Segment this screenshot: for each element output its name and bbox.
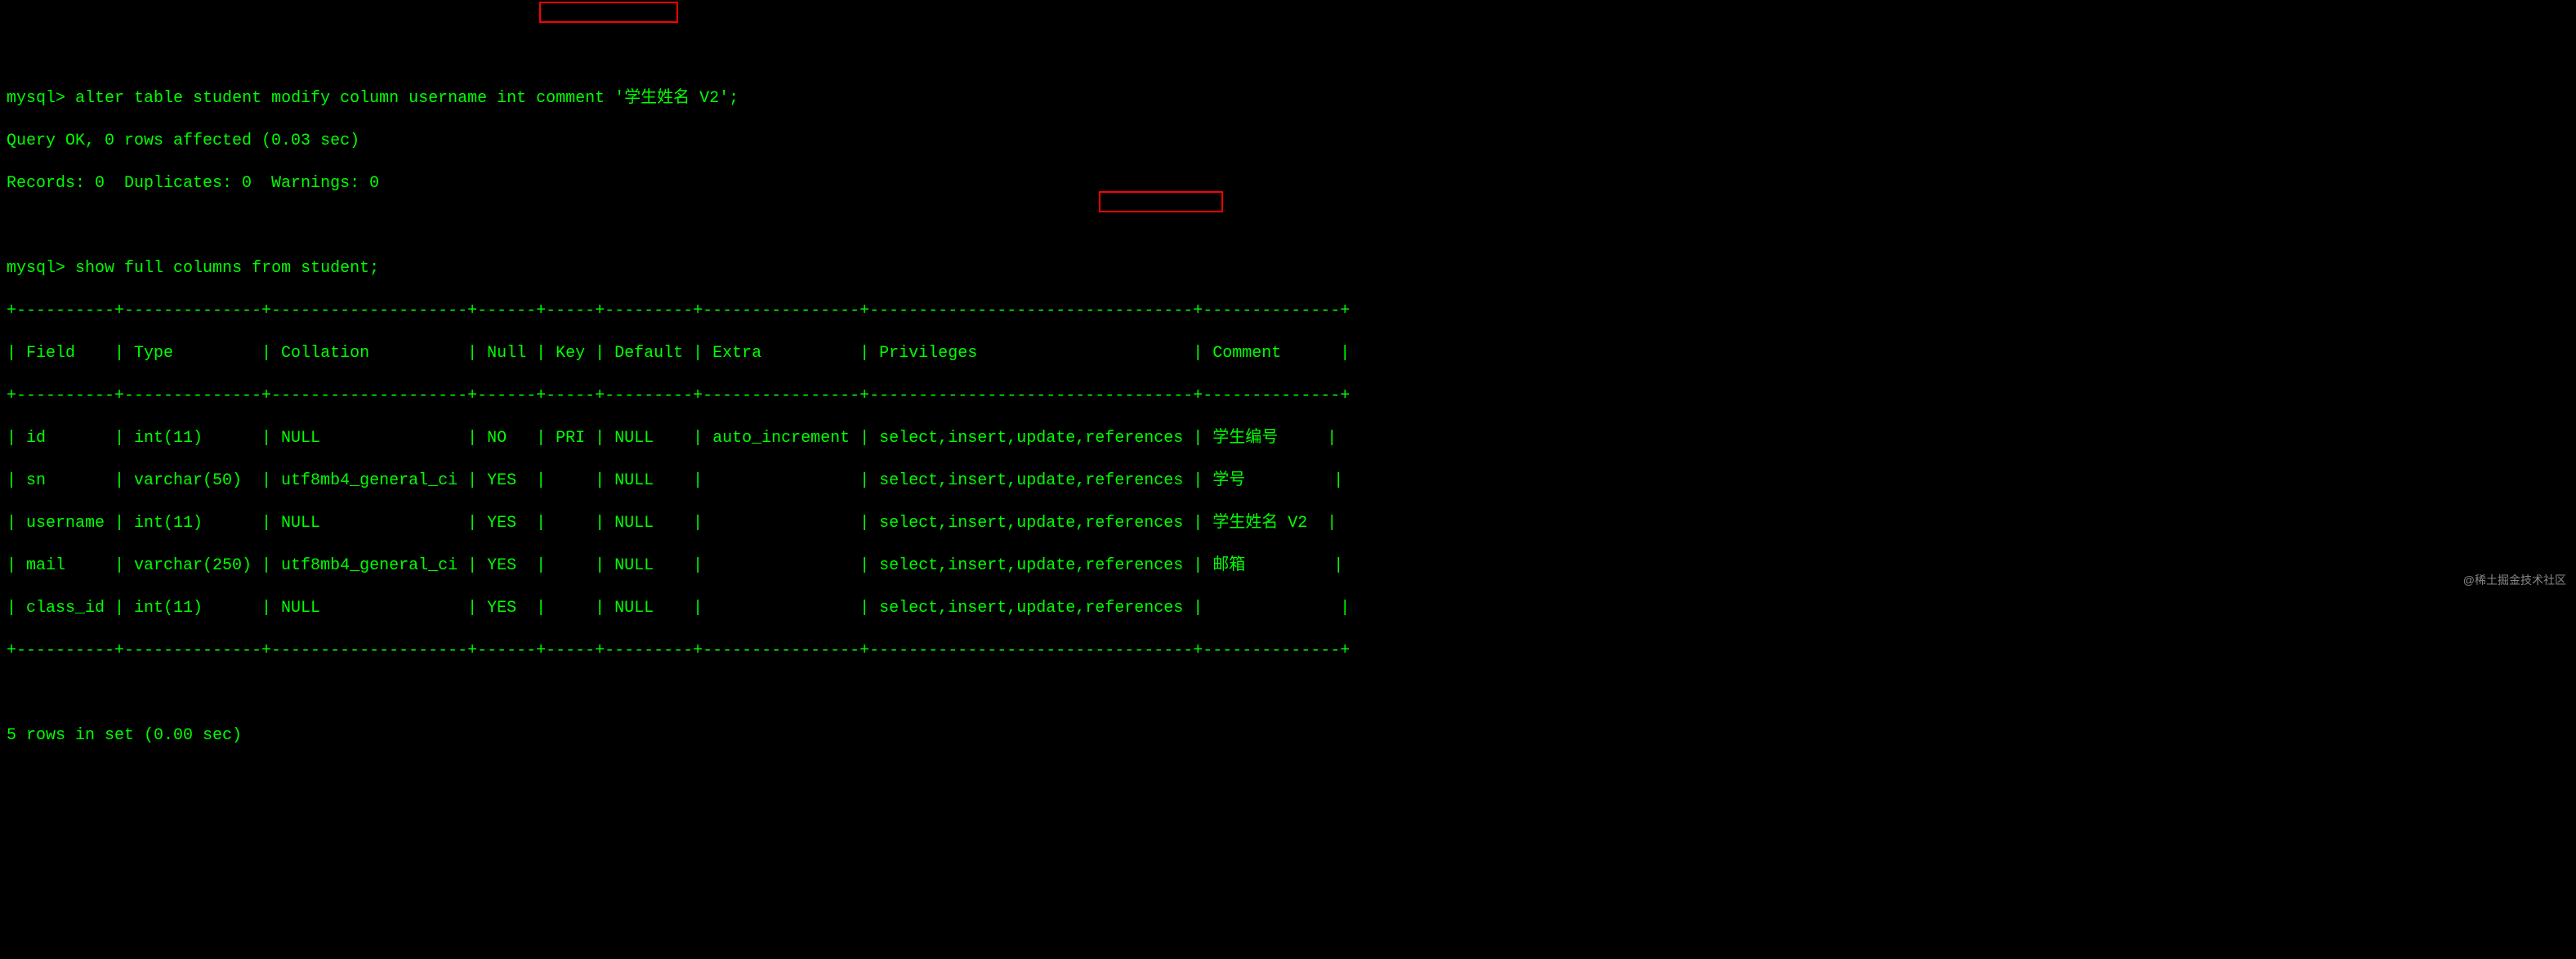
command-line-2: mysql> show full columns from student; (7, 258, 2569, 279)
query-result: Query OK, 0 rows affected (0.03 sec) (7, 131, 2569, 152)
table-border-mid: +----------+--------------+-------------… (7, 386, 2569, 407)
query-stats: Records: 0 Duplicates: 0 Warnings: 0 (7, 173, 2569, 194)
highlighted-string: '学生姓名 V2' (614, 89, 729, 108)
table-border-top: +----------+--------------+-------------… (7, 301, 2569, 322)
annotation-box-2 (1099, 191, 1223, 212)
table-header: | Field | Type | Collation | Null | Key … (7, 343, 2569, 364)
prompt: mysql> (7, 259, 65, 278)
table-row: | sn | varchar(50) | utf8mb4_general_ci … (7, 471, 2569, 492)
command-end: ; (729, 89, 739, 108)
table-border-bot: +----------+--------------+-------------… (7, 640, 2569, 662)
command-line-1: mysql> alter table student modify column… (7, 88, 2569, 109)
table-row: | class_id | int(11) | NULL | YES | | NU… (7, 598, 2569, 619)
annotation-box-1 (539, 2, 678, 23)
prompt: mysql> (7, 89, 65, 108)
blank-line (7, 683, 2569, 704)
rows-result: 5 rows in set (0.00 sec) (7, 725, 2569, 747)
blank-line (7, 216, 2569, 237)
command-text: show full columns from student; (75, 259, 379, 278)
table-row: | id | int(11) | NULL | NO | PRI | NULL … (7, 428, 2569, 449)
command-text: alter table student modify column userna… (75, 89, 614, 108)
highlighted-comment: 学生姓名 V2 (1212, 514, 1307, 533)
table-row: | username | int(11) | NULL | YES | | NU… (7, 513, 2569, 534)
row-part: | username | int(11) | NULL | YES | | NU… (7, 514, 1212, 533)
watermark: @稀土掘金技术社区 (2463, 573, 2566, 587)
row-part: | (1307, 514, 1337, 533)
table-row: | mail | varchar(250) | utf8mb4_general_… (7, 555, 2569, 577)
